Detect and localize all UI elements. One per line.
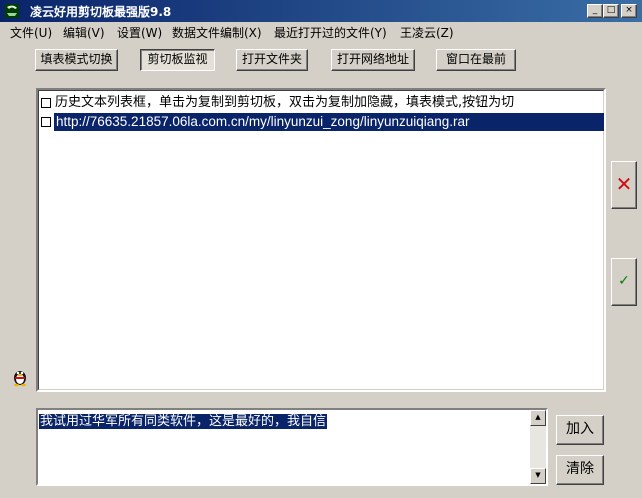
menu-author[interactable]: 王凌云(Z) <box>400 24 454 41</box>
item-checkbox[interactable] <box>41 117 51 127</box>
list-item-text: 历史文本列表框，单击为复制到剪切板，双击为复制加隐藏，填表模式,按钮为切 <box>55 95 515 110</box>
main-window: 凌云好用剪切板最强版9.8 _ □ × 文件(U) 编辑(V) 设置(W) 数据… <box>0 0 642 498</box>
always-on-top-button[interactable]: 窗口在最前 <box>436 49 516 71</box>
clear-button[interactable]: 清除 <box>556 455 604 485</box>
text-input-area[interactable]: 我试用过华军所有同类软件，这是最好的，我自信 ▲ ▼ <box>36 408 548 486</box>
scroll-down-arrow-icon[interactable]: ▼ <box>530 468 546 484</box>
add-button[interactable]: 加入 <box>556 415 604 445</box>
delete-button[interactable]: ✕ <box>611 161 637 209</box>
check-icon: ✓ <box>618 273 630 289</box>
app-icon <box>5 4 19 18</box>
list-item[interactable]: 历史文本列表框，单击为复制到剪切板，双击为复制加隐藏，填表模式,按钮为切 <box>40 93 604 113</box>
open-folder-button[interactable]: 打开文件夹 <box>236 49 308 71</box>
delete-x-icon: ✕ <box>615 172 633 196</box>
menu-edit[interactable]: 编辑(V) <box>63 24 105 41</box>
scroll-up-arrow-icon[interactable]: ▲ <box>530 410 546 426</box>
menu-bar: 文件(U) 编辑(V) 设置(W) 数据文件编制(X) 最近打开过的文件(Y) … <box>0 22 642 40</box>
list-item-text: http://76635.21857.06la.com.cn/my/linyun… <box>54 113 604 131</box>
menu-recent-files[interactable]: 最近打开过的文件(Y) <box>274 24 387 41</box>
minimize-button[interactable]: _ <box>587 4 603 18</box>
history-list-frame <box>38 90 604 390</box>
open-url-button[interactable]: 打开网络地址 <box>331 49 415 71</box>
history-list[interactable]: 历史文本列表框，单击为复制到剪切板，双击为复制加隐藏，填表模式,按钮为切 htt… <box>36 88 606 392</box>
item-checkbox[interactable] <box>41 98 51 108</box>
menu-settings[interactable]: 设置(W) <box>117 24 162 41</box>
input-text: 我试用过华军所有同类软件，这是最好的，我自信 <box>39 413 328 431</box>
menu-file[interactable]: 文件(U) <box>10 24 52 41</box>
title-bar[interactable]: 凌云好用剪切板最强版9.8 _ □ × <box>0 0 642 22</box>
menu-data-file[interactable]: 数据文件编制(X) <box>172 24 262 41</box>
maximize-button[interactable]: □ <box>603 4 619 18</box>
clipboard-monitor-button[interactable]: 剪切板监视 <box>140 49 215 71</box>
qq-penguin-icon <box>14 371 26 387</box>
fill-mode-toggle-button[interactable]: 填表模式切换 <box>35 49 118 71</box>
list-item-selected[interactable]: http://76635.21857.06la.com.cn/my/linyun… <box>40 112 604 132</box>
close-button[interactable]: × <box>621 4 637 18</box>
selected-input-text: 我试用过华军所有同类软件，这是最好的，我自信 <box>39 414 328 429</box>
confirm-button[interactable]: ✓ <box>611 258 637 306</box>
vertical-scrollbar[interactable]: ▲ ▼ <box>530 410 546 484</box>
window-title: 凌云好用剪切板最强版9.8 <box>30 5 172 19</box>
